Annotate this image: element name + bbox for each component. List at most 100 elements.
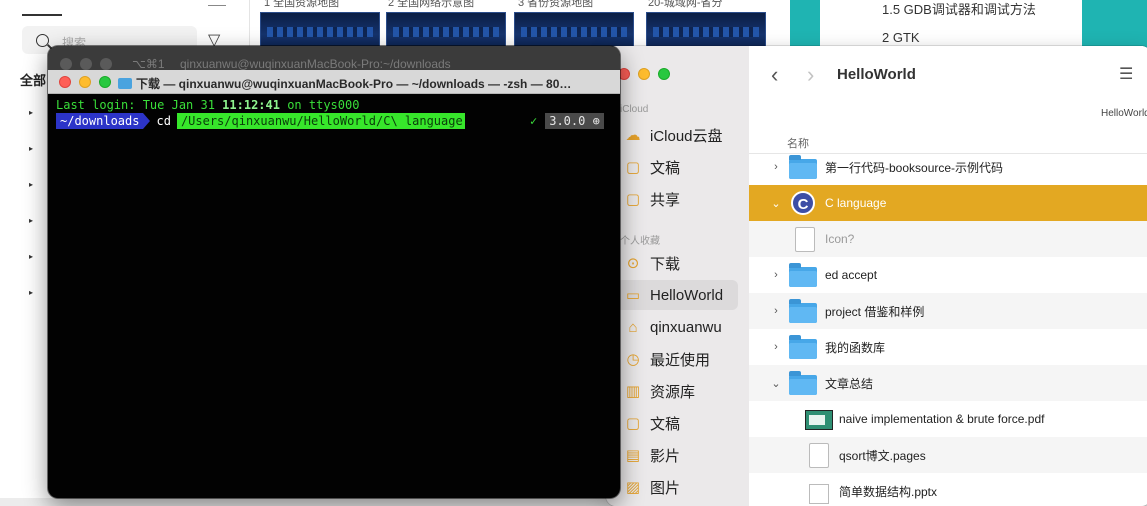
file-name: 文章总结 [825, 376, 874, 391]
dashboard-thumbnail[interactable] [646, 12, 766, 50]
pages-file-icon [801, 442, 833, 468]
film-icon: ▤ [625, 447, 641, 464]
terminal-titlebar[interactable]: 下载 — qinxuanwu@wuqinxuanMacBook-Pro — ~/… [48, 70, 620, 94]
file-name: ed accept [825, 268, 878, 282]
sidebar-item-home[interactable]: ⌂ qinxuanwu [616, 312, 738, 342]
cloud-icon: ☁ [625, 127, 641, 144]
expand-arrow-icon[interactable]: ▸ [29, 180, 33, 216]
file-row[interactable]: ⌄ 文章总结 [749, 365, 1147, 401]
home-icon: ⌂ [628, 318, 638, 336]
folder-icon [787, 370, 819, 396]
file-row[interactable]: › 第一行代码-booksource-示例代码 [749, 149, 1147, 185]
sidebar-item-label: 文稿 [650, 415, 681, 433]
file-row[interactable]: ⌄ C C language [749, 185, 1147, 221]
file-name: 第一行代码-booksource-示例代码 [825, 160, 1004, 175]
prompt-line[interactable]: ~/downloads cd /Users/qinxuanwu/HelloWor… [56, 113, 465, 129]
background-thumbnail-strip: 1 全国资源地图 2 全国网络示意图 3 省份资源地图 20-城域网-省分 [250, 0, 790, 50]
file-name: Icon? [825, 232, 855, 246]
list-view-icon[interactable]: ☰ [1119, 64, 1133, 84]
file-row[interactable]: › project 借鉴和样例 [749, 293, 1147, 329]
zoom-button[interactable] [99, 76, 111, 88]
dashboard-thumbnail[interactable] [386, 12, 506, 50]
menu-icon [208, 0, 226, 6]
sidebar-item-documents-local[interactable]: ▢ 文稿 [616, 408, 738, 438]
sidebar-item-label: 资源库 [650, 383, 696, 401]
last-login-line: Last login: Tue Jan 31 11:12:41 on ttys0… [56, 98, 359, 112]
folder-icon: ▭ [625, 287, 641, 304]
file-row[interactable]: › 我的函数库 [749, 329, 1147, 365]
sidebar-section-favorites: 个人收藏 [620, 236, 660, 247]
document-icon: ▢ [625, 415, 641, 432]
file-name: naive implementation & brute force.pdf [839, 412, 1045, 426]
dashboard-thumbnail[interactable] [514, 12, 634, 50]
close-button[interactable] [60, 58, 72, 70]
path-crumb: HelloWorld [1101, 108, 1147, 119]
sidebar-item-helloworld[interactable]: ▭ HelloWorld [616, 280, 738, 310]
check-icon: ✓ [530, 114, 538, 128]
disclosure-chevron-icon[interactable]: › [769, 341, 783, 353]
file-row[interactable]: Icon? [749, 221, 1147, 257]
background-terminal-titlebar: ⌥⌘1 qinxuanwu@wuqinxuanMacBook-Pro:~/dow… [48, 46, 620, 71]
file-row[interactable]: › ed accept [749, 257, 1147, 293]
minimize-button[interactable] [79, 76, 91, 88]
library-icon: ▥ [625, 383, 641, 400]
disclosure-chevron-icon[interactable]: ⌄ [769, 377, 783, 390]
expand-arrow-icon[interactable]: ▸ [29, 144, 33, 180]
sidebar-item-library[interactable]: ▥ 资源库 [616, 376, 738, 406]
toc-entry[interactable]: 1.5 GDB调试器和调试方法 [882, 0, 1036, 18]
back-button[interactable]: ‹ [771, 62, 778, 88]
expand-arrow-icon[interactable]: ▸ [29, 288, 33, 324]
dashboard-thumbnail[interactable] [260, 12, 380, 50]
finder-toolbar: ‹ › HelloWorld ☰ [749, 46, 1147, 112]
sidebar-item-downloads[interactable]: ⊙ 下载 [616, 248, 738, 278]
prompt-directory: ~/downloads [56, 113, 144, 129]
disclosure-chevron-icon[interactable]: › [769, 161, 783, 173]
sidebar-item-documents[interactable]: ▢ 文稿 [616, 152, 738, 182]
disclosure-chevron-icon[interactable]: ⌄ [769, 197, 783, 210]
command-argument: /Users/qinxuanwu/HelloWorld/C\ language [176, 113, 465, 129]
background-document-window: 1.5 GDB调试器和调试方法 2 GTK [790, 0, 1147, 50]
document-page: 1.5 GDB调试器和调试方法 2 GTK [820, 0, 1082, 50]
terminal-window: ⌥⌘1 qinxuanwu@wuqinxuanMacBook-Pro:~/dow… [48, 46, 620, 498]
sidebar-item-movies[interactable]: ▤ 影片 [616, 440, 738, 470]
close-button[interactable] [59, 76, 71, 88]
folder-icon [787, 298, 819, 324]
disclosure-chevron-icon[interactable]: › [769, 305, 783, 317]
sidebar-item-label: 共享 [650, 191, 681, 209]
file-row[interactable]: naive implementation & brute force.pdf [749, 401, 1147, 437]
pdf-file-icon [801, 406, 833, 432]
sidebar-item-label: 最近使用 [650, 351, 711, 369]
sidebar-item-label: 文稿 [650, 159, 681, 177]
sidebar-item-shared[interactable]: ▢ 共享 [616, 184, 738, 214]
expand-arrow-icon[interactable]: ▸ [29, 216, 33, 252]
zoom-button[interactable] [100, 58, 112, 70]
document-icon [787, 226, 819, 252]
login-suffix: on ttys000 [279, 98, 360, 112]
disclosure-chevron-icon[interactable]: › [769, 269, 783, 281]
finder-sidebar: iCloud ☁ iCloud云盘 ▢ 文稿 ▢ 共享 个人收藏 ⊙ 下载 ▭ … [606, 46, 749, 506]
folder-icon [118, 78, 132, 89]
window-title: HelloWorld [837, 66, 916, 83]
forward-button[interactable]: › [807, 62, 814, 88]
toc-entry[interactable]: 2 GTK [882, 30, 920, 45]
c-language-folder-icon: C [787, 190, 819, 216]
minimize-button[interactable] [638, 68, 650, 80]
minimize-button[interactable] [80, 58, 92, 70]
folder-icon [787, 334, 819, 360]
photo-icon: ▨ [625, 479, 641, 496]
file-row[interactable]: 简单数据结构.pptx [749, 473, 1147, 506]
prompt-separator [143, 113, 151, 129]
expand-arrow-icon[interactable]: ▸ [29, 108, 33, 144]
thumbnail-caption: 1 全国资源地图 [264, 0, 340, 9]
sidebar-item-recents[interactable]: ◷ 最近使用 [616, 344, 738, 374]
sidebar-item-label: iCloud云盘 [650, 127, 723, 145]
sidebar-item-icloud-drive[interactable]: ☁ iCloud云盘 [616, 120, 738, 150]
command-text: cd [156, 114, 171, 128]
terminal-body[interactable]: Last login: Tue Jan 31 11:12:41 on ttys0… [48, 94, 620, 498]
file-row[interactable]: qsort博文.pages [749, 437, 1147, 473]
zoom-button[interactable] [658, 68, 670, 80]
expand-arrow-icon[interactable]: ▸ [29, 252, 33, 288]
finder-file-list-pane: ‹ › HelloWorld ☰ HelloWorld 名称 › 第一行代码-b… [749, 46, 1147, 506]
window-controls [59, 76, 111, 88]
clock-icon: ◷ [626, 351, 640, 368]
